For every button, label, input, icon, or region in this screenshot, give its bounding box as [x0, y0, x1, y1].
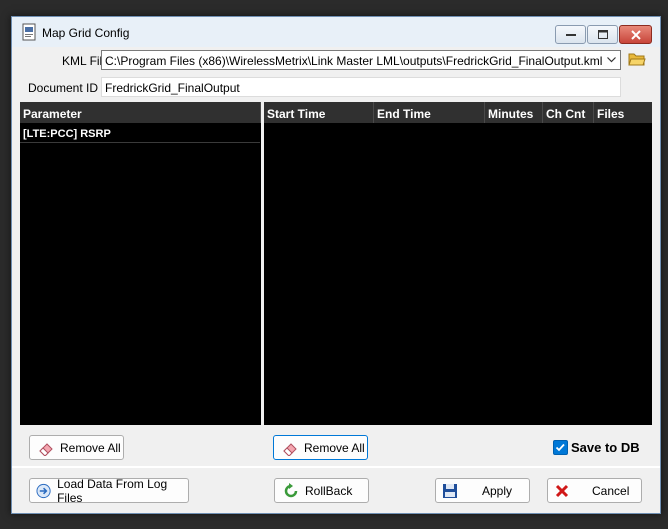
window-title: Map Grid Config: [42, 26, 130, 40]
cancel-x-icon: [555, 484, 569, 497]
document-id-value: FredrickGrid_FinalOutput: [105, 81, 240, 95]
apply-button[interactable]: Apply: [435, 478, 530, 503]
app-icon: [22, 23, 36, 41]
kml-file-value: C:\Program Files (x86)\WirelessMetrix\Li…: [105, 54, 603, 68]
cancel-button[interactable]: Cancel: [547, 478, 642, 503]
chevron-down-icon: [607, 57, 616, 63]
end-time-column-header[interactable]: End Time: [374, 102, 485, 123]
minutes-column-header[interactable]: Minutes: [485, 102, 543, 123]
apply-label: Apply: [482, 483, 513, 498]
minimize-button[interactable]: [555, 25, 586, 44]
map-grid-config-window: Map Grid Config KML File: C:\Program Fil…: [11, 16, 661, 514]
document-id-input[interactable]: FredrickGrid_FinalOutput: [101, 77, 621, 97]
eraser-icon: [39, 442, 53, 456]
files-column-header[interactable]: Files: [594, 102, 652, 123]
parameter-column-header[interactable]: Parameter: [20, 102, 261, 123]
close-window-button[interactable]: [619, 25, 652, 44]
checkmark-icon: [555, 443, 565, 452]
close-icon: [630, 29, 641, 40]
divider: [12, 466, 660, 468]
save-to-db-label[interactable]: Save to DB: [571, 440, 640, 455]
rollback-label: RollBack: [305, 483, 353, 498]
title-bar[interactable]: Map Grid Config: [12, 17, 660, 47]
load-data-label: Load Data From Log Files: [57, 476, 168, 505]
rollback-button[interactable]: RollBack: [274, 478, 369, 503]
open-folder-icon[interactable]: [628, 51, 646, 67]
save-to-db-checkbox[interactable]: [553, 440, 568, 455]
load-data-button[interactable]: Load Data From Log Files: [29, 476, 189, 505]
cancel-label: Cancel: [592, 483, 630, 498]
start-time-column-header[interactable]: Start Time: [264, 102, 374, 123]
document-id-label: Document ID: [28, 81, 99, 95]
remove-all-parameters-button[interactable]: Remove All: [29, 435, 124, 460]
parameter-list[interactable]: Parameter [LTE:PCC] RSRP: [20, 102, 261, 425]
remove-all-label: Remove All: [60, 440, 121, 455]
maximize-icon: [597, 30, 608, 39]
remove-all-logs-button[interactable]: Remove All: [273, 435, 368, 460]
ch-cnt-column-header[interactable]: Ch Cnt: [543, 102, 594, 123]
minimize-icon: [565, 33, 576, 36]
rollback-icon: [284, 482, 298, 497]
log-files-list[interactable]: Start Time End Time Minutes Ch Cnt Files: [264, 102, 652, 425]
maximize-button[interactable]: [587, 25, 618, 44]
parameter-row[interactable]: [LTE:PCC] RSRP: [20, 124, 260, 143]
eraser-icon: [283, 442, 297, 456]
remove-all-label: Remove All: [304, 440, 365, 455]
save-disk-icon: [443, 483, 457, 498]
kml-file-combobox[interactable]: C:\Program Files (x86)\WirelessMetrix\Li…: [101, 50, 621, 70]
arrow-right-circle-icon: [36, 483, 51, 498]
